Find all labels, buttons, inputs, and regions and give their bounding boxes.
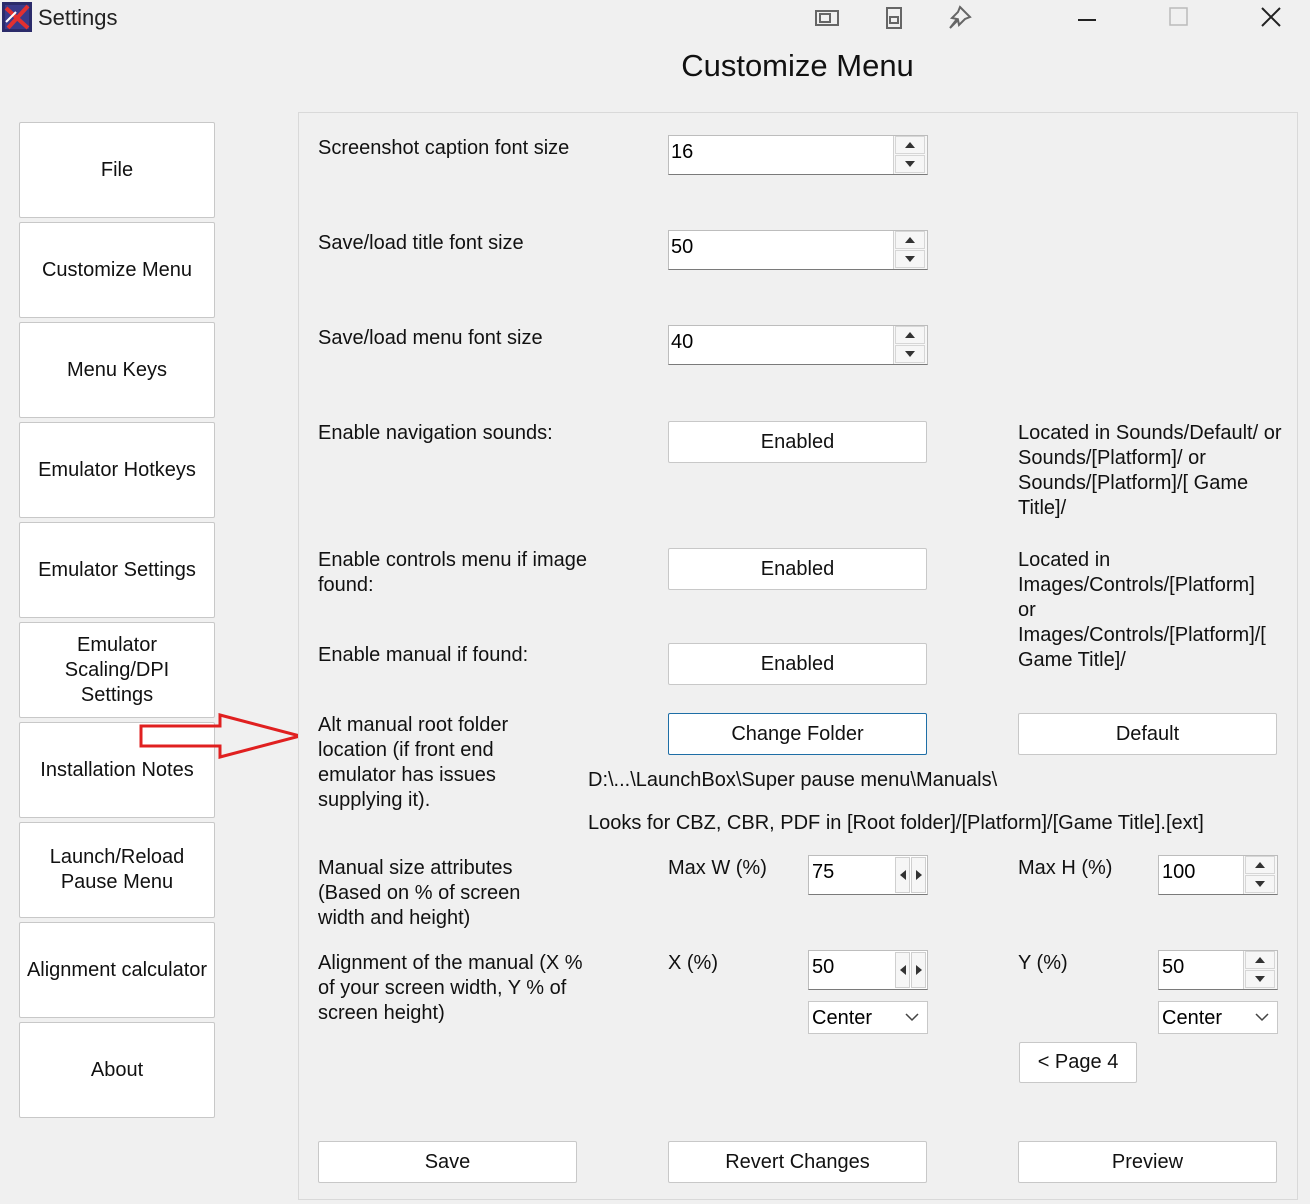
caption-font-value: 16 xyxy=(671,141,694,163)
increment-button[interactable] xyxy=(895,136,925,154)
y-value: 50 xyxy=(1162,956,1185,978)
chevron-down-icon xyxy=(1255,881,1265,887)
manual-label: Enable manual if found: xyxy=(318,644,529,666)
controls-menu-toggle[interactable]: Enabled xyxy=(668,548,927,590)
y-align-select[interactable]: Center xyxy=(1158,1001,1278,1034)
caption-font-stepper[interactable]: 16 xyxy=(668,135,928,175)
manual-folder-path: D:\...\LaunchBox\Super pause menu\Manual… xyxy=(588,769,998,791)
controls-menu-note: Located in Images/Controls/[Platform] or… xyxy=(1018,549,1266,671)
menu-font-value: 40 xyxy=(671,331,694,353)
sidebar-item-file[interactable]: File xyxy=(19,122,215,218)
maximize-icon xyxy=(1169,7,1188,26)
nav-sounds-label: Enable navigation sounds: xyxy=(318,422,553,444)
sidebar-item-launch-reload[interactable]: Launch/Reload Pause Menu xyxy=(19,822,215,918)
max-h-value: 100 xyxy=(1162,861,1196,883)
chevron-up-icon xyxy=(1255,862,1265,868)
increment-button[interactable] xyxy=(895,231,925,249)
max-w-label: Max W (%) xyxy=(668,857,767,879)
x-align-select[interactable]: Center xyxy=(808,1001,928,1034)
manual-toggle[interactable]: Enabled xyxy=(668,643,927,685)
nav-sounds-note: Located in Sounds/Default/ or Sounds/[Pl… xyxy=(1018,422,1282,519)
sidebar-item-about[interactable]: About xyxy=(19,1022,215,1118)
decrement-button[interactable] xyxy=(1245,970,1275,988)
chevron-down-icon xyxy=(905,256,915,262)
controls-menu-label: Enable controls menu if image found: xyxy=(318,549,588,596)
preview-button[interactable]: Preview xyxy=(1018,1141,1277,1183)
screen-icon[interactable] xyxy=(814,5,840,31)
pin-icon[interactable] xyxy=(946,5,972,31)
title-font-stepper[interactable]: 50 xyxy=(668,230,928,270)
save-button[interactable]: Save xyxy=(318,1141,577,1183)
revert-changes-button[interactable]: Revert Changes xyxy=(668,1141,927,1183)
decrement-button[interactable] xyxy=(895,857,910,893)
annotation-arrow-icon xyxy=(139,713,304,759)
change-folder-button[interactable]: Change Folder xyxy=(668,713,927,755)
maximize-button[interactable] xyxy=(1156,0,1202,34)
max-w-stepper[interactable]: 75 xyxy=(808,855,928,895)
chevron-left-icon xyxy=(899,870,906,880)
window-title: Settings xyxy=(38,5,118,30)
chevron-up-icon xyxy=(905,332,915,338)
previous-page-button[interactable]: < Page 4 xyxy=(1019,1042,1137,1083)
chevron-down-icon xyxy=(905,161,915,167)
caption-font-label: Screenshot caption font size xyxy=(318,137,570,159)
sidebar-item-emulator-settings[interactable]: Emulator Settings xyxy=(19,522,215,618)
increment-button[interactable] xyxy=(911,952,926,988)
increment-button[interactable] xyxy=(1245,856,1275,874)
device-icon[interactable] xyxy=(881,5,907,31)
minimize-button[interactable] xyxy=(1064,0,1110,34)
increment-button[interactable] xyxy=(911,857,926,893)
max-h-stepper[interactable]: 100 xyxy=(1158,855,1278,895)
alignment-label: Alignment of the manual (X % of your scr… xyxy=(318,952,583,1024)
decrement-button[interactable] xyxy=(895,345,925,363)
chevron-right-icon xyxy=(915,965,922,975)
default-folder-button[interactable]: Default xyxy=(1018,713,1277,755)
manual-folder-hint: Looks for CBZ, CBR, PDF in [Root folder]… xyxy=(588,812,1204,834)
title-font-value: 50 xyxy=(671,236,694,258)
chevron-down-icon xyxy=(1255,976,1265,982)
max-h-label: Max H (%) xyxy=(1018,857,1113,879)
decrement-button[interactable] xyxy=(895,952,910,988)
alt-manual-label: Alt manual root folder location (if fron… xyxy=(318,714,509,811)
increment-button[interactable] xyxy=(895,326,925,344)
page-title: Customize Menu xyxy=(681,48,914,83)
menu-font-label: Save/load menu font size xyxy=(318,327,543,349)
chevron-right-icon xyxy=(915,870,922,880)
sidebar-item-menu-keys[interactable]: Menu Keys xyxy=(19,322,215,418)
minimize-icon xyxy=(1078,19,1096,21)
chevron-down-icon xyxy=(905,1013,919,1022)
x-label: X (%) xyxy=(668,952,718,974)
x-align-value: Center xyxy=(812,1007,873,1029)
x-stepper[interactable]: 50 xyxy=(808,950,928,990)
sidebar-item-emulator-scaling[interactable]: Emulator Scaling/DPI Settings xyxy=(19,622,215,718)
increment-button[interactable] xyxy=(1245,951,1275,969)
close-button[interactable] xyxy=(1248,0,1294,34)
decrement-button[interactable] xyxy=(895,250,925,268)
chevron-up-icon xyxy=(1255,957,1265,963)
decrement-button[interactable] xyxy=(895,155,925,173)
menu-font-stepper[interactable]: 40 xyxy=(668,325,928,365)
chevron-left-icon xyxy=(899,965,906,975)
y-align-value: Center xyxy=(1162,1007,1223,1029)
close-icon xyxy=(1261,7,1281,27)
decrement-button[interactable] xyxy=(1245,875,1275,893)
sidebar-item-customize-menu[interactable]: Customize Menu xyxy=(19,222,215,318)
y-stepper[interactable]: 50 xyxy=(1158,950,1278,990)
manual-size-label: Manual size attributes (Based on % of sc… xyxy=(318,857,521,929)
chevron-down-icon xyxy=(905,351,915,357)
y-label: Y (%) xyxy=(1018,952,1068,974)
chevron-down-icon xyxy=(1255,1013,1269,1022)
title-bar xyxy=(0,0,1310,36)
sidebar-item-emulator-hotkeys[interactable]: Emulator Hotkeys xyxy=(19,422,215,518)
app-icon xyxy=(2,2,32,32)
chevron-up-icon xyxy=(905,237,915,243)
sidebar-item-alignment-calculator[interactable]: Alignment calculator xyxy=(19,922,215,1018)
title-font-label: Save/load title font size xyxy=(318,232,524,254)
max-w-value: 75 xyxy=(812,861,835,883)
chevron-up-icon xyxy=(905,142,915,148)
nav-sounds-toggle[interactable]: Enabled xyxy=(668,421,927,463)
x-value: 50 xyxy=(812,956,835,978)
